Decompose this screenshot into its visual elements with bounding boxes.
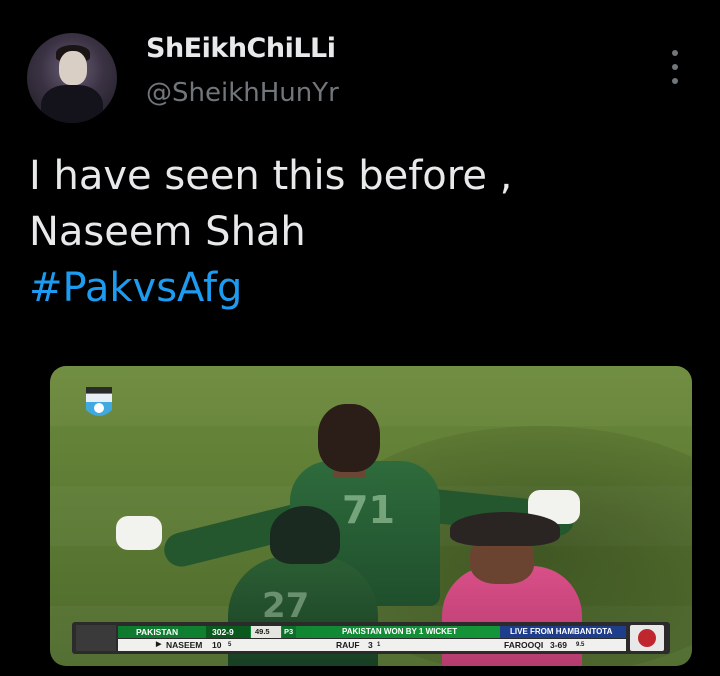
tournament-logo-icon xyxy=(86,387,112,416)
more-options-icon[interactable] xyxy=(664,50,686,84)
batter-name: NASEEM xyxy=(166,640,203,650)
profile-avatar[interactable] xyxy=(27,33,117,123)
tweet-text-line-2: Naseem Shah xyxy=(29,209,306,255)
author-display-name[interactable]: ShEikhChiLLi xyxy=(146,33,336,64)
batter-balls: 5 xyxy=(228,642,232,648)
tweet-media-image[interactable]: 71 27 PAKISTAN 302-9 49.5 P3 PAKISTAN WO… xyxy=(50,366,692,666)
team-score: 302-9 xyxy=(212,627,234,637)
tweet-text: I have seen this before , Naseem Shah #P… xyxy=(29,148,689,316)
umpire-hat xyxy=(450,512,560,546)
avatar-body xyxy=(41,85,103,123)
author-handle[interactable]: @SheikhHunYr xyxy=(146,78,339,108)
more-dot xyxy=(672,50,678,56)
second-player-helmet xyxy=(270,506,340,564)
hashtag-link[interactable]: #PakvsAfg xyxy=(29,260,689,316)
overs-value: 49.5 xyxy=(255,627,270,636)
tweet-text-line-1: I have seen this before , xyxy=(29,153,513,199)
powerplay-label: P3 xyxy=(284,627,294,636)
broadcaster-logo-icon xyxy=(76,625,116,651)
partner-name: RAUF xyxy=(336,640,360,650)
striker-arrow-icon: ▶ xyxy=(156,641,162,648)
match-result: PAKISTAN WON BY 1 WICKET xyxy=(342,627,458,636)
team-crest-icon xyxy=(630,625,664,651)
bowler-name: FAROOQI xyxy=(504,640,544,650)
bowler-figures: 3-69 xyxy=(550,640,568,650)
player-head xyxy=(318,404,380,472)
partner-score: 3 xyxy=(368,640,373,650)
player-left-glove xyxy=(116,516,162,550)
jersey-number-main: 71 xyxy=(342,488,395,532)
more-dot xyxy=(672,78,678,84)
crest-inner xyxy=(638,629,656,647)
live-location: LIVE FROM HAMBANTOTA xyxy=(510,627,613,636)
avatar-face xyxy=(59,51,87,85)
jersey-number-second: 27 xyxy=(262,586,310,626)
bowler-overs: 9.5 xyxy=(576,642,585,648)
more-dot xyxy=(672,64,678,70)
batter-score: 10 xyxy=(212,640,222,650)
partner-balls: 1 xyxy=(377,642,381,648)
team-name: PAKISTAN xyxy=(136,627,179,637)
